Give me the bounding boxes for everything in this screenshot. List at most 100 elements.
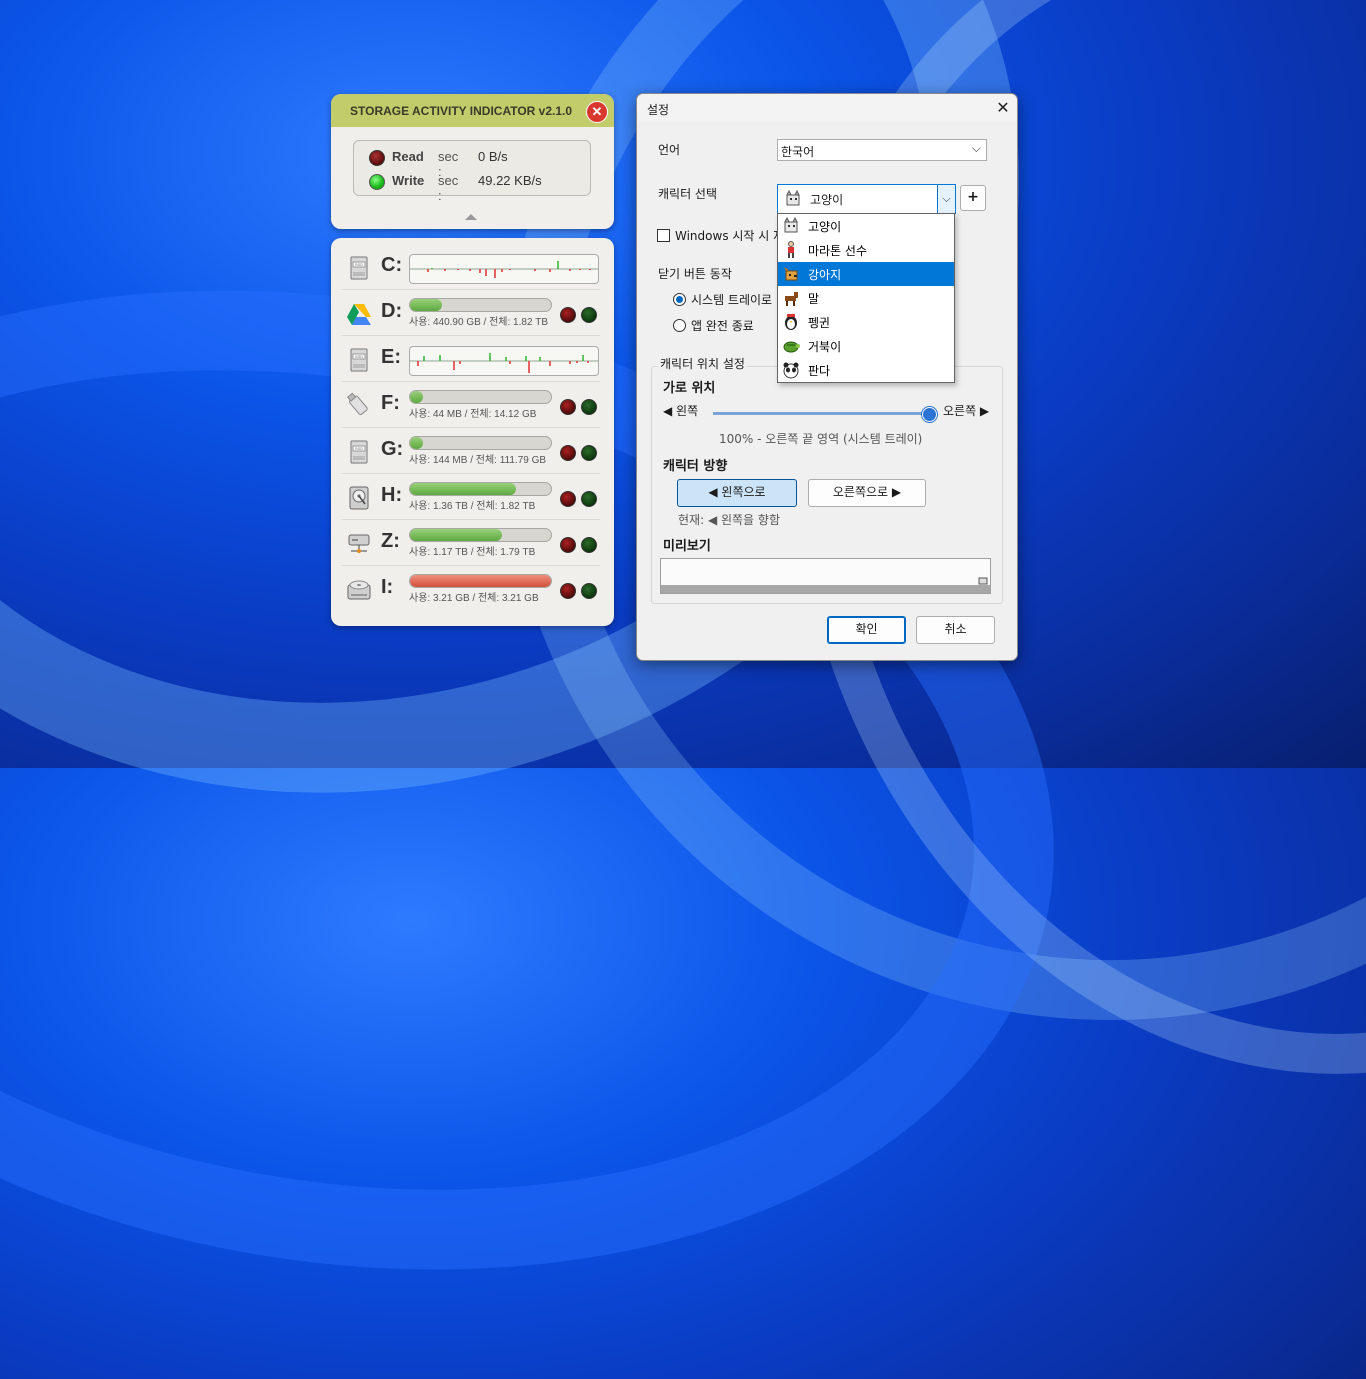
write-sec-label: sec : bbox=[438, 173, 459, 203]
close-icon[interactable]: ✕ bbox=[586, 101, 608, 123]
dropdown-item[interactable]: 마라톤 선수 bbox=[778, 238, 954, 262]
drive-row[interactable]: F: 사용: 44 MB / 전체: 14.12 GB bbox=[331, 382, 614, 428]
drive-row[interactable]: D: 사용: 440.90 GB / 전체: 1.82 TB bbox=[331, 290, 614, 336]
read-led-icon bbox=[560, 445, 576, 461]
dialog-title: 설정 bbox=[647, 103, 670, 117]
direction-right-button[interactable]: 오른쪽으로 ▶ bbox=[808, 479, 926, 507]
usage-bar-fill bbox=[410, 299, 443, 311]
drive-letter: C: bbox=[381, 254, 403, 276]
usage-bar bbox=[409, 482, 552, 496]
usage-bar-fill bbox=[410, 529, 502, 541]
drive-row[interactable]: H: 사용: 1.36 TB / 전체: 1.82 TB bbox=[331, 474, 614, 520]
drive-letter: H: bbox=[381, 484, 403, 506]
dropdown-item-label: 강아지 bbox=[808, 268, 842, 282]
current-direction-text: 현재: ◀ 왼쪽을 향함 bbox=[678, 513, 780, 527]
language-select[interactable]: 한국어 ⌵ bbox=[777, 139, 987, 161]
windows-start-checkbox[interactable] bbox=[657, 229, 670, 242]
usage-bar-fill bbox=[410, 483, 516, 495]
activity-graph bbox=[409, 346, 599, 376]
cancel-button[interactable]: 취소 bbox=[916, 616, 995, 644]
write-led-icon bbox=[369, 174, 385, 190]
drive-usage-text: 사용: 1.36 TB / 전체: 1.82 TB bbox=[409, 501, 536, 512]
close-icon[interactable]: ✕ bbox=[993, 98, 1013, 118]
usage-bar-fill bbox=[410, 391, 423, 403]
ok-button[interactable]: 확인 bbox=[827, 616, 906, 644]
write-led-icon bbox=[581, 583, 597, 599]
preview-floor bbox=[661, 585, 990, 593]
add-character-button[interactable]: + bbox=[960, 185, 986, 211]
preview-label: 미리보기 bbox=[663, 539, 711, 554]
radio-system-tray[interactable] bbox=[673, 293, 686, 306]
ssd-icon: SSD bbox=[345, 346, 373, 374]
dialog-titlebar[interactable]: 설정 ✕ bbox=[637, 94, 1017, 122]
dropdown-item[interactable]: 펭귄 bbox=[778, 310, 954, 334]
dropdown-item-label: 말 bbox=[808, 292, 820, 306]
collapse-arrow-icon[interactable] bbox=[465, 214, 477, 220]
drive-list: SSD C: D: 사용: 440.90 GB / 전체: 1.82 TB SSD E: F… bbox=[331, 238, 614, 626]
svg-text:SSD: SSD bbox=[355, 354, 363, 359]
direction-left-button[interactable]: ◀ 왼쪽으로 bbox=[677, 479, 797, 507]
drive-letter: Z: bbox=[381, 530, 400, 552]
character-dropdown-list: 고양이마라톤 선수강아지말펭귄거북이판다 bbox=[777, 213, 955, 383]
horse-icon bbox=[782, 289, 800, 307]
drive-row[interactable]: SSD G: 사용: 144 MB / 전체: 111.79 GB bbox=[331, 428, 614, 474]
write-led-icon bbox=[581, 445, 597, 461]
dropdown-item-label: 거북이 bbox=[808, 340, 842, 354]
dropdown-item[interactable]: 말 bbox=[778, 286, 954, 310]
drive-letter: D: bbox=[381, 300, 403, 322]
character-select[interactable]: 고양이 ⌵ bbox=[777, 184, 956, 214]
drive-row[interactable]: SSD E: bbox=[331, 336, 614, 382]
language-label: 언어 bbox=[658, 143, 681, 157]
read-led-icon bbox=[369, 150, 385, 166]
write-led-icon bbox=[581, 491, 597, 507]
drive-row[interactable]: I: 사용: 3.21 GB / 전체: 3.21 GB bbox=[331, 566, 614, 612]
dropdown-item[interactable]: 강아지 bbox=[778, 262, 954, 286]
write-label: Write bbox=[392, 173, 425, 188]
write-value: 49.22 KB/s bbox=[478, 173, 542, 188]
read-label: Read bbox=[392, 149, 424, 164]
drive-letter: I: bbox=[381, 576, 394, 598]
turtle-icon bbox=[782, 337, 800, 355]
storage-indicator-title: STORAGE ACTIVITY INDICATOR v2.1.0 bbox=[350, 104, 573, 118]
drive-usage-text: 사용: 3.21 GB / 전체: 3.21 GB bbox=[409, 593, 539, 604]
dog-icon bbox=[782, 265, 800, 283]
drive-letter: G: bbox=[381, 438, 404, 460]
usage-bar bbox=[409, 390, 552, 404]
drive-letter: E: bbox=[381, 346, 401, 368]
svg-text:SSD: SSD bbox=[355, 262, 363, 267]
activity-graph bbox=[409, 254, 599, 284]
preview-area bbox=[660, 558, 991, 594]
horizontal-value-text: 100% - 오른쪽 끝 영역 (시스템 트레이) bbox=[719, 432, 923, 446]
dropdown-item[interactable]: 판다 bbox=[778, 358, 954, 382]
radio-exit-app[interactable] bbox=[673, 319, 686, 332]
horizontal-slider-thumb[interactable] bbox=[922, 407, 937, 422]
horizontal-slider[interactable] bbox=[713, 412, 927, 415]
dropdown-item[interactable]: 거북이 bbox=[778, 334, 954, 358]
activity-box: Read sec : 0 B/s Write sec : 49.22 KB/s bbox=[353, 140, 591, 203]
usage-bar-fill bbox=[410, 575, 551, 587]
drive-usage-text: 사용: 1.17 TB / 전체: 1.79 TB bbox=[409, 547, 536, 558]
storage-indicator-header[interactable]: STORAGE ACTIVITY INDICATOR v2.1.0 ✕ bbox=[331, 94, 614, 127]
network-drive-icon bbox=[345, 530, 373, 558]
close-action-label: 닫기 버튼 동작 bbox=[658, 267, 732, 281]
radio-system-tray-label: 시스템 트레이로 bbox=[691, 293, 773, 307]
panda-icon bbox=[782, 361, 800, 379]
drive-row[interactable]: Z: 사용: 1.17 TB / 전체: 1.79 TB bbox=[331, 520, 614, 566]
penguin-icon bbox=[782, 313, 800, 331]
usage-bar bbox=[409, 436, 552, 450]
read-led-icon bbox=[560, 491, 576, 507]
dropdown-item[interactable]: 고양이 bbox=[778, 214, 954, 238]
svg-text:SSD: SSD bbox=[355, 446, 363, 451]
read-led-icon bbox=[560, 583, 576, 599]
usage-bar bbox=[409, 298, 552, 312]
chevron-down-icon[interactable]: ⌵ bbox=[937, 185, 955, 213]
slider-right-label: 오른쪽 ▶ bbox=[943, 404, 990, 418]
drive-row[interactable]: SSD C: bbox=[331, 244, 614, 290]
dropdown-item-label: 마라톤 선수 bbox=[808, 244, 868, 258]
ssd-icon: SSD bbox=[345, 254, 373, 282]
write-led-icon bbox=[581, 307, 597, 323]
character-label: 캐릭터 선택 bbox=[658, 187, 718, 201]
slider-left-label: ◀ 왼쪽 bbox=[663, 404, 699, 418]
character-value: 고양이 bbox=[810, 193, 844, 207]
usage-bar bbox=[409, 574, 552, 588]
